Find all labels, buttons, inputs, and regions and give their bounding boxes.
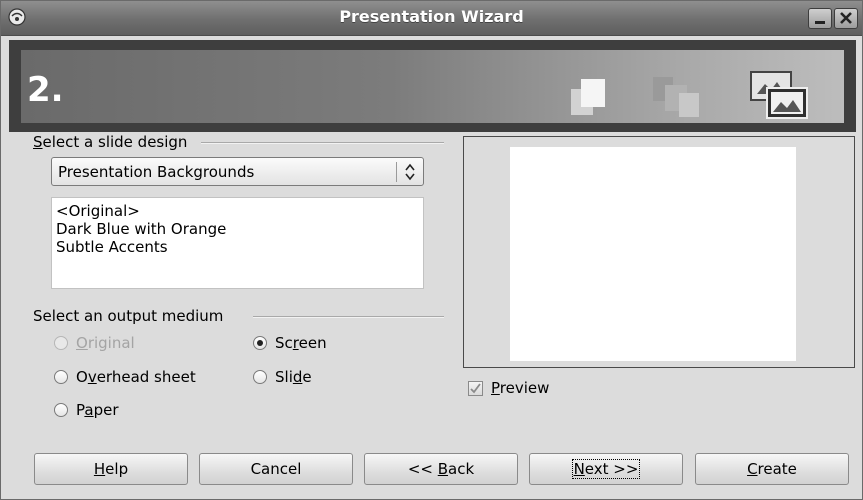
picture-slides-icon bbox=[750, 71, 808, 119]
slide-design-list[interactable]: <Original> Dark Blue with Orange Subtle … bbox=[51, 197, 424, 289]
checkbox-indicator bbox=[468, 380, 483, 396]
minimize-button[interactable] bbox=[808, 8, 832, 29]
list-item[interactable]: <Original> bbox=[56, 202, 140, 220]
window-title: Presentation Wizard bbox=[339, 7, 524, 26]
dropdown-value: Presentation Backgrounds bbox=[58, 163, 255, 181]
radio-indicator bbox=[253, 336, 267, 350]
preview-frame bbox=[463, 136, 855, 368]
wizard-header-banner: 2. bbox=[9, 40, 856, 132]
close-button[interactable] bbox=[834, 8, 858, 29]
create-button[interactable]: Create bbox=[695, 453, 849, 485]
slide-design-label: Select a slide design bbox=[33, 133, 194, 151]
chevron-updown-icon bbox=[405, 163, 415, 181]
radio-slide[interactable]: Slide bbox=[253, 368, 312, 386]
cancel-button[interactable]: Cancel bbox=[199, 453, 353, 485]
preview-checkbox[interactable]: Preview bbox=[468, 379, 549, 397]
close-icon bbox=[840, 12, 852, 24]
next-button[interactable]: Next >> bbox=[529, 453, 683, 485]
list-item[interactable]: Subtle Accents bbox=[56, 238, 168, 256]
slide-design-separator bbox=[201, 142, 444, 144]
radio-indicator bbox=[54, 403, 68, 417]
radio-indicator bbox=[54, 336, 68, 350]
radio-overhead-sheet[interactable]: Overhead sheet bbox=[54, 368, 196, 386]
checkmark-icon bbox=[470, 382, 481, 393]
back-button[interactable]: << Back bbox=[364, 453, 518, 485]
list-item[interactable]: Dark Blue with Orange bbox=[56, 220, 226, 238]
step-number: 2. bbox=[27, 70, 64, 110]
radio-indicator bbox=[253, 370, 267, 384]
radio-label: Original bbox=[76, 334, 135, 352]
output-medium-separator bbox=[253, 316, 444, 318]
minimize-icon bbox=[815, 21, 825, 24]
checkbox-label: Preview bbox=[491, 379, 550, 397]
radio-original[interactable]: Original bbox=[54, 334, 135, 352]
stacked-slides-icon bbox=[653, 77, 699, 117]
presentation-wizard-window: Presentation Wizard 2. Select a slide de… bbox=[0, 0, 863, 500]
help-button[interactable]: Help bbox=[34, 453, 188, 485]
radio-indicator bbox=[54, 370, 68, 384]
output-medium-label: Select an output medium bbox=[33, 307, 230, 325]
single-slide-icon bbox=[571, 79, 605, 115]
dropdown-separator bbox=[396, 162, 397, 182]
radio-label: Paper bbox=[76, 401, 119, 419]
radio-paper[interactable]: Paper bbox=[54, 401, 119, 419]
title-bar[interactable]: Presentation Wizard bbox=[1, 1, 862, 36]
slide-design-dropdown[interactable]: Presentation Backgrounds bbox=[51, 157, 424, 186]
radio-label: Screen bbox=[275, 334, 327, 352]
radio-label: Slide bbox=[275, 368, 312, 386]
preview-page bbox=[510, 147, 796, 361]
radio-label: Overhead sheet bbox=[76, 368, 196, 386]
radio-screen[interactable]: Screen bbox=[253, 334, 327, 352]
banner-gradient bbox=[21, 50, 844, 123]
